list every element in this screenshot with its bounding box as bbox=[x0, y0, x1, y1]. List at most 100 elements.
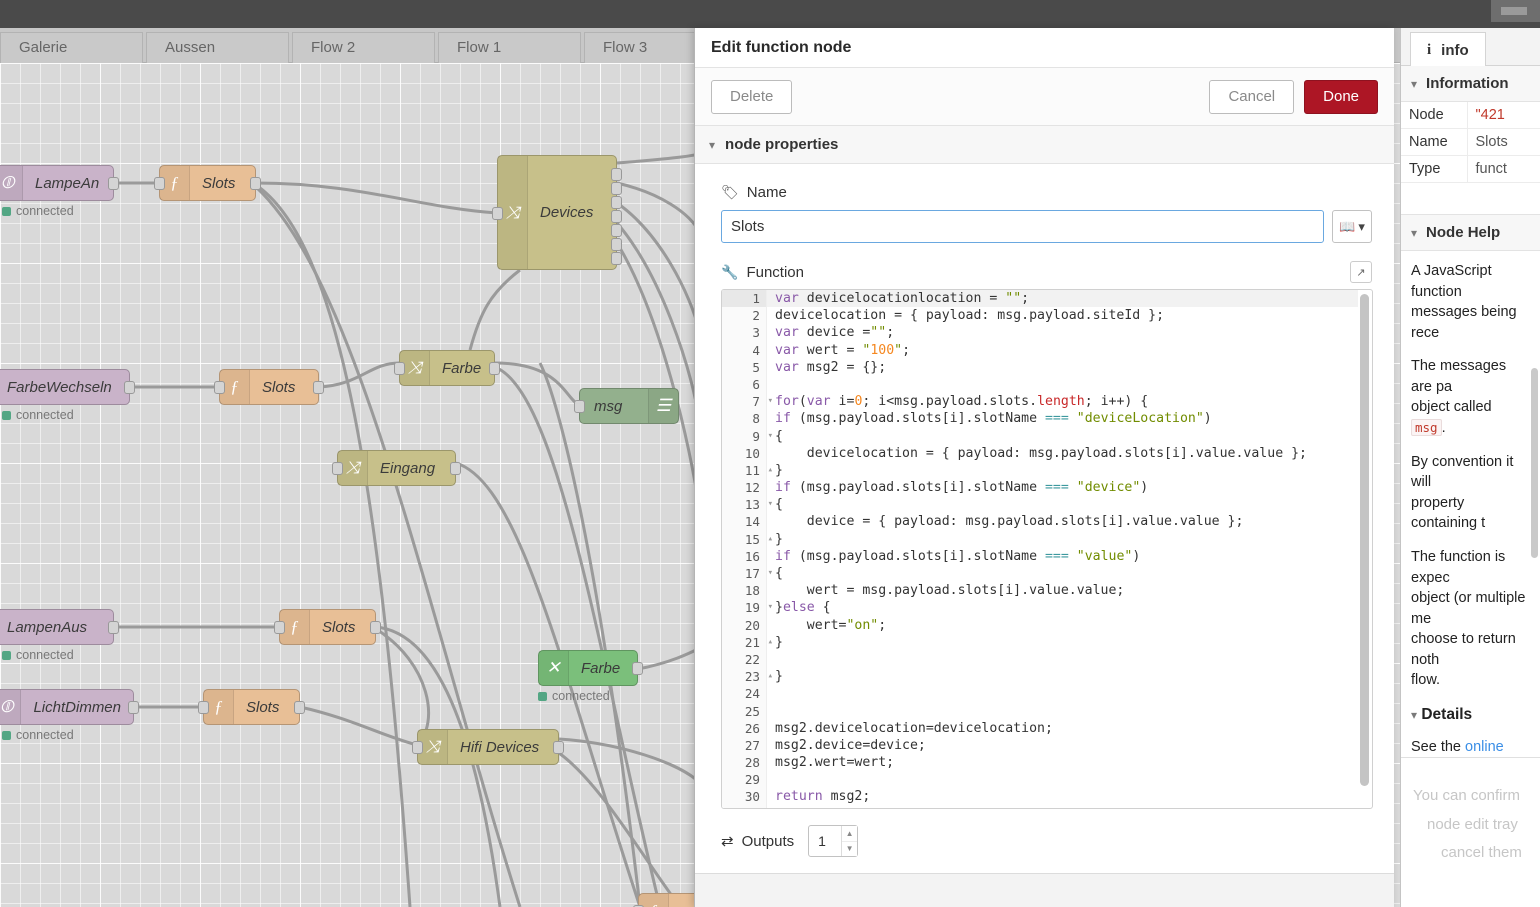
editor-line-number: 14 bbox=[722, 513, 766, 530]
flow-node-slots[interactable]: ƒSlots bbox=[279, 609, 376, 645]
flow-node-devices[interactable]: ⤨Devices bbox=[497, 155, 617, 270]
flow-node-lampenaus[interactable]: LampenAus bbox=[0, 609, 114, 645]
node-output-port[interactable] bbox=[632, 662, 643, 675]
done-button[interactable]: Done bbox=[1304, 80, 1378, 114]
function-field-label: 🔧 Function bbox=[721, 264, 804, 281]
node-output-port[interactable] bbox=[108, 621, 119, 634]
editor-scrollbar-thumb[interactable] bbox=[1360, 294, 1369, 786]
flow-node-slots[interactable]: ƒSlots bbox=[159, 165, 256, 201]
flow-node-farbe[interactable]: ⤨Farbe bbox=[399, 350, 495, 386]
outputs-row: ⇄ Outputs ▲ ▼ bbox=[721, 825, 1372, 857]
help-text: The messages are pa bbox=[1411, 358, 1506, 395]
delete-button[interactable]: Delete bbox=[711, 80, 792, 114]
flow-node-lichtdimmen[interactable]: ⦷LichtDimmen bbox=[0, 689, 134, 725]
info-key: Name bbox=[1401, 129, 1467, 156]
node-output-port[interactable] bbox=[553, 741, 564, 754]
editor-code-line: return msg2; bbox=[775, 788, 1358, 805]
flow-tab-aussen[interactable]: Aussen bbox=[146, 32, 289, 63]
node-output-port[interactable] bbox=[124, 381, 135, 394]
node-output-port[interactable] bbox=[370, 621, 381, 634]
flow-tab-flow-1[interactable]: Flow 1 bbox=[438, 32, 581, 63]
tab-info-label: info bbox=[1441, 42, 1469, 59]
node-output-port[interactable] bbox=[611, 196, 622, 209]
node-output-port[interactable] bbox=[489, 362, 500, 375]
node-input-port[interactable] bbox=[332, 462, 343, 475]
flow-node-farbewechseln[interactable]: FarbeWechseln bbox=[0, 369, 130, 405]
sidebar-scrollbar-thumb[interactable] bbox=[1531, 368, 1538, 558]
help-text: messages being rece bbox=[1411, 304, 1517, 341]
node-status-text: connected bbox=[16, 204, 74, 218]
status-dot bbox=[2, 411, 11, 420]
node-input-port[interactable] bbox=[198, 701, 209, 714]
outputs-stepper[interactable]: ▲ ▼ bbox=[808, 825, 858, 857]
node-input-port[interactable] bbox=[394, 362, 405, 375]
node-properties-section-header[interactable]: ▾ node properties bbox=[695, 126, 1394, 164]
node-output-port[interactable] bbox=[313, 381, 324, 394]
stepper-down-icon[interactable]: ▼ bbox=[842, 842, 857, 857]
editor-code-line: devicelocation = { payload: msg.payload.… bbox=[775, 307, 1358, 324]
editor-code[interactable]: var devicelocationlocation = "";devicelo… bbox=[767, 290, 1358, 808]
name-format-dropdown-button[interactable]: 📖 ▾ bbox=[1332, 210, 1372, 243]
wrench-icon: 🔧 bbox=[721, 264, 738, 281]
help-text: flow. bbox=[1411, 672, 1440, 688]
editor-line-number: 7▾ bbox=[722, 393, 766, 410]
flow-node-farbe[interactable]: ✕Farbe bbox=[538, 650, 638, 686]
flow-node[interactable]: ƒ bbox=[638, 893, 700, 907]
node-output-port[interactable] bbox=[108, 177, 119, 190]
node-input-port[interactable] bbox=[412, 741, 423, 754]
node-input-port[interactable] bbox=[574, 400, 585, 413]
node-output-port[interactable] bbox=[611, 210, 622, 223]
node-label: Hifi Devices bbox=[448, 739, 551, 756]
help-text: . bbox=[1442, 420, 1446, 436]
node-input-port[interactable] bbox=[214, 381, 225, 394]
info-value: "421 bbox=[1467, 102, 1540, 129]
node-output-port[interactable] bbox=[450, 462, 461, 475]
editor-line-number: 2 bbox=[722, 307, 766, 324]
node-input-port[interactable] bbox=[274, 621, 285, 634]
node-output-port[interactable] bbox=[294, 701, 305, 714]
editor-code-line: msg2.device=device; bbox=[775, 737, 1358, 754]
function-code-editor[interactable]: 1234567▾89▾1011▴1213▾1415▴1617▾1819▾2021… bbox=[721, 289, 1373, 809]
flow-node-msg[interactable]: msg☰ bbox=[579, 388, 679, 424]
node-output-port[interactable] bbox=[128, 701, 139, 714]
flow-node-eingang[interactable]: ⤨Eingang bbox=[337, 450, 456, 486]
editor-code-line: msg2.devicelocation=devicelocation; bbox=[775, 720, 1358, 737]
stepper-up-icon[interactable]: ▲ bbox=[842, 826, 857, 842]
node-label: Slots bbox=[250, 379, 307, 396]
hint-line-1: You can confirm bbox=[1413, 782, 1540, 811]
editor-line-number: 9▾ bbox=[722, 428, 766, 445]
editor-code-line: var wert = "100"; bbox=[775, 342, 1358, 359]
hint-line-3: cancel them bbox=[1413, 839, 1540, 868]
node-output-port[interactable] bbox=[611, 182, 622, 195]
node-output-port[interactable] bbox=[611, 238, 622, 251]
node-output-port[interactable] bbox=[611, 224, 622, 237]
expand-editor-button[interactable]: ↗ bbox=[1350, 261, 1372, 283]
window-control-icon[interactable] bbox=[1491, 0, 1540, 22]
flow-tab-flow-2[interactable]: Flow 2 bbox=[292, 32, 435, 63]
flow-node-slots[interactable]: ƒSlots bbox=[203, 689, 300, 725]
node-output-port[interactable] bbox=[611, 252, 622, 265]
editor-gutter[interactable]: 1234567▾89▾1011▴1213▾1415▴1617▾1819▾2021… bbox=[722, 290, 767, 808]
name-input[interactable] bbox=[721, 210, 1324, 243]
node-input-port[interactable] bbox=[492, 207, 503, 220]
editor-line-number: 1 bbox=[722, 290, 766, 307]
flow-node-lampean[interactable]: ⦷LampeAn bbox=[0, 165, 114, 201]
editor-code-line: { bbox=[775, 496, 1358, 513]
flow-node-slots[interactable]: ƒSlots bbox=[219, 369, 319, 405]
node-output-port[interactable] bbox=[250, 177, 261, 190]
flow-tab-galerie[interactable]: Galerie bbox=[0, 32, 143, 63]
msg-code-token: msg bbox=[1411, 419, 1442, 436]
editor-line-number: 28 bbox=[722, 754, 766, 771]
node-input-port[interactable] bbox=[154, 177, 165, 190]
information-section-header[interactable]: ▾ Information bbox=[1401, 66, 1540, 102]
chevron-down-icon: ▾ bbox=[1411, 708, 1417, 722]
help-text: object called bbox=[1411, 399, 1492, 415]
flow-node-hifi-devices[interactable]: ⤨Hifi Devices bbox=[417, 729, 559, 765]
editor-line-number: 10 bbox=[722, 445, 766, 462]
node-output-port[interactable] bbox=[611, 168, 622, 181]
editor-scrollbar[interactable] bbox=[1360, 294, 1369, 804]
cancel-button[interactable]: Cancel bbox=[1209, 80, 1294, 114]
tab-info[interactable]: i info bbox=[1410, 32, 1486, 67]
help-text: See the bbox=[1411, 739, 1461, 755]
node-help-section-header[interactable]: ▾ Node Help bbox=[1401, 215, 1540, 251]
